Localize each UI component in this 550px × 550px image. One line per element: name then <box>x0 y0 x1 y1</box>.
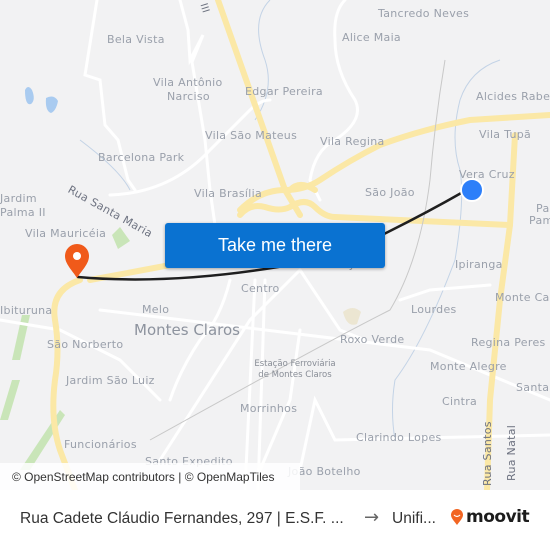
neighborhood-label: Alcides Rabelo <box>476 90 550 103</box>
neighborhood-label: Roxo Verde <box>340 333 405 346</box>
street-label-rua-santos: Rua Santos <box>481 421 494 486</box>
neighborhood-label: Ibituruna <box>0 304 53 317</box>
neighborhood-label: Alice Maia <box>342 31 401 44</box>
neighborhood-label: Santa <box>516 381 550 394</box>
neighborhood-label: Cintra <box>442 395 478 408</box>
water-pond <box>45 96 58 113</box>
water-pond <box>25 87 34 105</box>
neighborhood-label: Edgar Pereira <box>245 85 323 98</box>
neighborhood-label: Morrinhos <box>240 402 298 415</box>
neighborhood-label: Vila Brasília <box>194 187 262 200</box>
moovit-wordmark: moovit <box>466 507 530 527</box>
route-destination: Unifi... <box>392 510 436 527</box>
take-me-there-button[interactable]: Take me there <box>165 223 385 268</box>
destination-pin-icon[interactable] <box>63 243 91 281</box>
neighborhood-label: Monte Ca <box>495 291 550 304</box>
neighborhood-label: Lourdes <box>411 303 457 316</box>
neighborhood-label: Jardim <box>0 192 37 205</box>
station-label: Estação Ferroviária de Montes Claros <box>250 359 340 381</box>
map-canvas[interactable]: Tancredo Neves Bela Vista Alice Maia Vila A… <box>0 0 550 490</box>
neighborhood-label: Vila Regina <box>320 135 385 148</box>
neighborhood-label: Monte Alegre <box>430 360 507 373</box>
route-origin: Rua Cadete Cláudio Fernandes, 297 | E.S.… <box>20 510 344 527</box>
city-label: Montes Claros <box>134 321 240 339</box>
neighborhood-label: Pam <box>529 214 550 227</box>
neighborhood-label: Clarindo Lopes <box>356 431 442 444</box>
park-area <box>112 227 130 249</box>
neighborhood-label: São Norberto <box>47 338 124 351</box>
neighborhood-label: Palma II <box>0 206 46 219</box>
neighborhood-label: Bela Vista <box>107 33 165 46</box>
route-footer: Rua Cadete Cláudio Fernandes, 297 | E.S.… <box>0 490 550 550</box>
street-label-rua-natal: Rua Natal <box>505 424 518 481</box>
neighborhood-label: Barcelona Park <box>98 151 185 164</box>
map-attribution[interactable]: © OpenStreetMap contributors | © OpenMap… <box>0 463 300 490</box>
neighborhood-label: São João <box>365 186 415 199</box>
neighborhood-label: Regina Peres <box>471 336 546 349</box>
neighborhood-label: Tancredo Neves <box>378 7 470 20</box>
neighborhood-label: Centro <box>241 282 280 295</box>
neighborhood-label: Melo <box>142 303 170 316</box>
origin-marker-icon[interactable] <box>459 177 485 203</box>
station-label-line2: de Montes Claros <box>258 370 332 380</box>
neighborhood-label: Funcionários <box>64 438 137 451</box>
arrow-right-icon: → <box>364 507 380 528</box>
park-area <box>0 380 20 420</box>
neighborhood-label: Jardim São Luiz <box>66 374 155 387</box>
neighborhood-label: Vila Antônio <box>153 76 223 89</box>
neighborhood-label: Ipiranga <box>455 258 503 271</box>
neighborhood-label: Narciso <box>167 90 210 103</box>
neighborhood-label: Vila São Mateus <box>205 129 298 142</box>
neighborhood-label: Vila Mauricéia <box>25 227 107 240</box>
neighborhood-label: Vila Tupã <box>479 128 532 141</box>
moovit-logo[interactable]: moovit <box>450 507 530 527</box>
moovit-pin-icon <box>451 509 463 525</box>
station-label-line1: Estação Ferroviária <box>254 359 336 369</box>
